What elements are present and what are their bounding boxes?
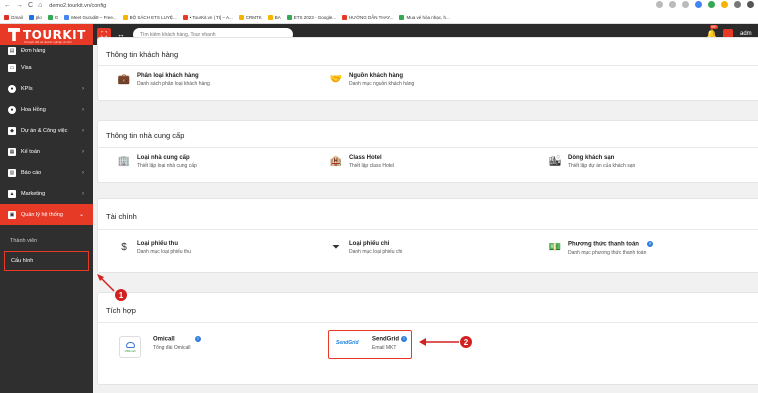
annotation-layer	[97, 274, 459, 346]
annotation-arrow-1	[99, 276, 115, 292]
annotation-badge-2: 2	[460, 336, 472, 348]
arrowhead-icon	[419, 338, 426, 346]
annotation-badge-1: 1	[115, 289, 127, 301]
